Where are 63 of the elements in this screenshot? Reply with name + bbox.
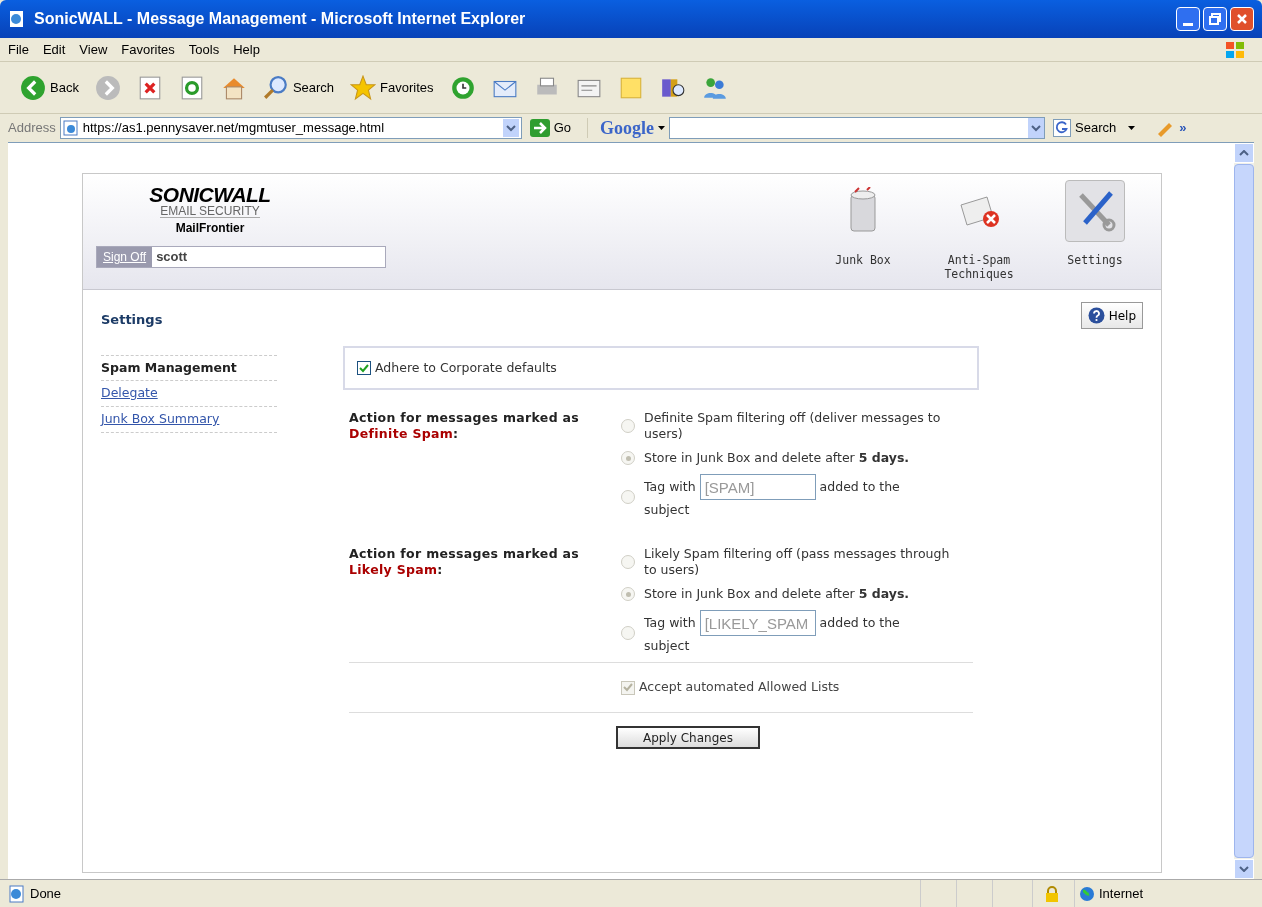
sidebar-link[interactable]: Junk Box Summary (101, 407, 277, 433)
google-search-button[interactable]: Search (1049, 118, 1140, 138)
more-chevron[interactable]: » (1179, 118, 1187, 138)
status-text: Done (30, 884, 63, 903)
scroll-up-button[interactable] (1234, 143, 1254, 163)
radio-label: Definite Spam filtering off (deliver messages to users) (644, 410, 942, 442)
nav-tab[interactable]: Anti-Spam Techniques (925, 180, 1033, 289)
padlock-icon (1044, 885, 1059, 902)
google-button[interactable]: Google (600, 114, 666, 142)
menu-item[interactable]: File (8, 39, 29, 60)
sonicwall-logo: SONICWALL EMAIL SECURITY MailFrontier (148, 184, 272, 234)
sidebar-link[interactable]: Spam Management (101, 355, 277, 382)
username: scott (155, 248, 189, 267)
page-icon (8, 884, 26, 903)
clock-icon (449, 74, 476, 101)
checkbox-label: Adhere to Corporate defaults (375, 358, 557, 377)
close-button[interactable] (1230, 7, 1254, 31)
menu-item[interactable]: Tools (188, 39, 220, 60)
restore-icon (1209, 13, 1221, 25)
nav-tab[interactable]: Settings (1041, 180, 1149, 289)
page-heading: Settings (101, 311, 164, 329)
windows-flag-icon (1224, 39, 1246, 60)
nav-tab[interactable]: Junk Box (809, 180, 917, 289)
back-button[interactable]: Back (16, 74, 83, 101)
globe-page-icon (8, 10, 26, 28)
menu-item[interactable]: Edit (42, 39, 66, 60)
go-arrow-icon (529, 119, 550, 137)
caret-icon (1128, 126, 1136, 130)
help-icon (1087, 307, 1105, 324)
section-label: Action for messages marked as Likely Spam: (349, 546, 581, 579)
page-icon (62, 120, 79, 136)
radio-label: Store in Junk Box and delete after 5 days. (644, 450, 911, 466)
star-icon (350, 74, 377, 101)
menu-item[interactable]: Favorites (121, 39, 175, 60)
google-g-icon (1053, 119, 1072, 137)
radio-label: Store in Junk Box and delete after 5 days. (644, 586, 911, 602)
address-label: Address (8, 119, 56, 138)
minimize-icon (1183, 23, 1193, 26)
window-title: SonicWALL - Message Management - Microsoft Internet Explorer (34, 9, 527, 29)
google-search-field[interactable] (669, 117, 1046, 139)
globe-icon (1079, 885, 1095, 902)
favorites-button[interactable]: Favorites (346, 74, 438, 101)
radio-label: Tag with [LIKELY_SPAM added to the subject (644, 610, 944, 656)
restore-button[interactable] (1203, 7, 1227, 31)
radio-label: Likely Spam filtering off (pass messages through to users) (644, 546, 951, 578)
scroll-down-button[interactable] (1234, 859, 1254, 879)
checkbox[interactable] (357, 361, 371, 375)
menu-item[interactable]: Help (233, 39, 260, 60)
minimize-button[interactable] (1176, 7, 1200, 31)
help-button[interactable]: Help (1080, 302, 1143, 329)
search-icon (262, 74, 289, 101)
apply-changes-button[interactable]: Apply Changes (616, 726, 760, 749)
sidebar-link[interactable]: Delegate (101, 381, 277, 407)
close-icon (1236, 13, 1248, 25)
caret-icon (658, 126, 666, 130)
search-button[interactable]: Search (258, 74, 339, 101)
address-field[interactable]: https://as1.pennysaver.net/mgmtuser_message.html (59, 117, 522, 139)
menu-item[interactable]: View (79, 39, 108, 60)
go-button[interactable]: Go (525, 118, 576, 138)
security-zone: Internet (1099, 884, 1144, 903)
radio-label: Tag with [SPAM] added to the subject (644, 474, 944, 520)
checkbox-label: Accept automated Allowed Lists (639, 678, 840, 697)
section-label: Action for messages marked as Definite Spam: (349, 410, 581, 443)
